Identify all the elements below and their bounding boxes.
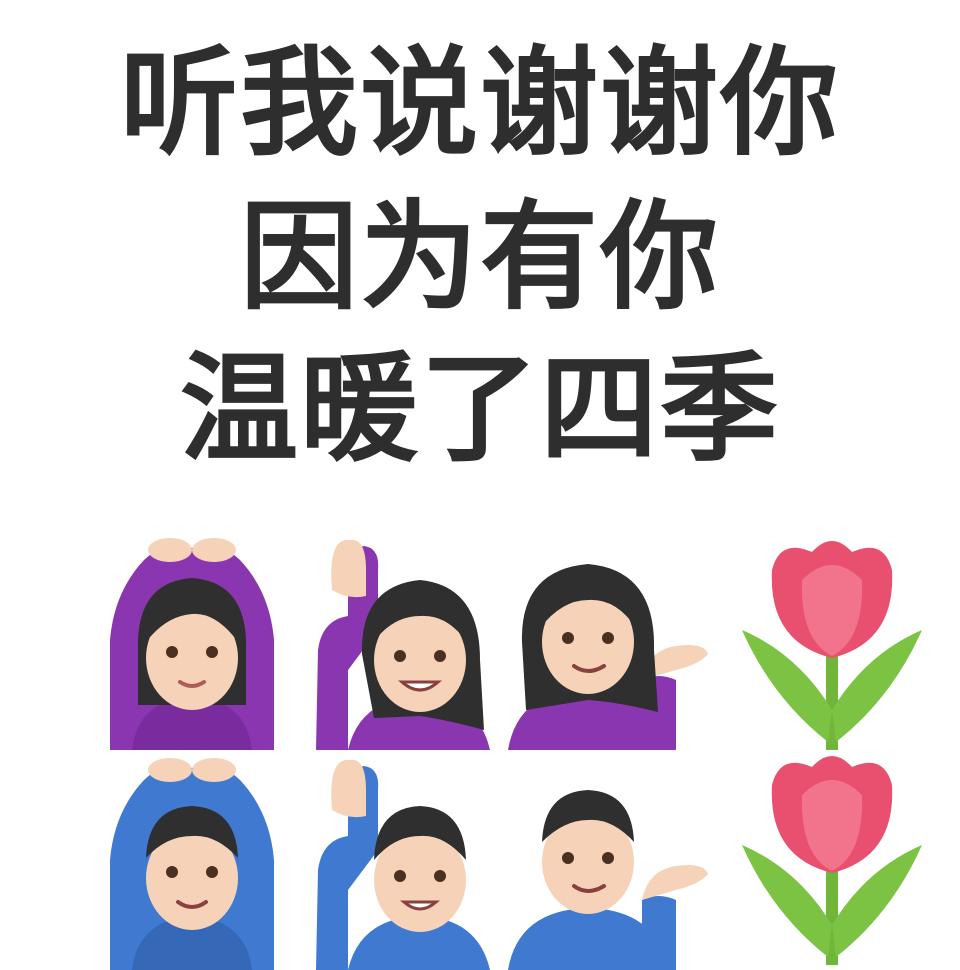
woman-gesturing-ok-icon [92, 530, 292, 750]
man-tipping-hand-icon [508, 750, 708, 970]
caption-line-1: 听我说谢谢你 [119, 34, 840, 172]
tulip-icon [732, 530, 932, 750]
man-gesturing-ok-icon [92, 750, 292, 970]
caption-line-2: 因为有你 [239, 188, 720, 326]
meme-canvas: 听我说谢谢你 因为有你 温暖了四季 [0, 0, 960, 970]
woman-raising-hand-icon [308, 530, 508, 750]
caption-line-3: 温暖了四季 [179, 340, 780, 478]
man-raising-hand-icon [308, 750, 508, 970]
tulip-icon [732, 745, 932, 965]
woman-tipping-hand-icon [508, 530, 708, 750]
